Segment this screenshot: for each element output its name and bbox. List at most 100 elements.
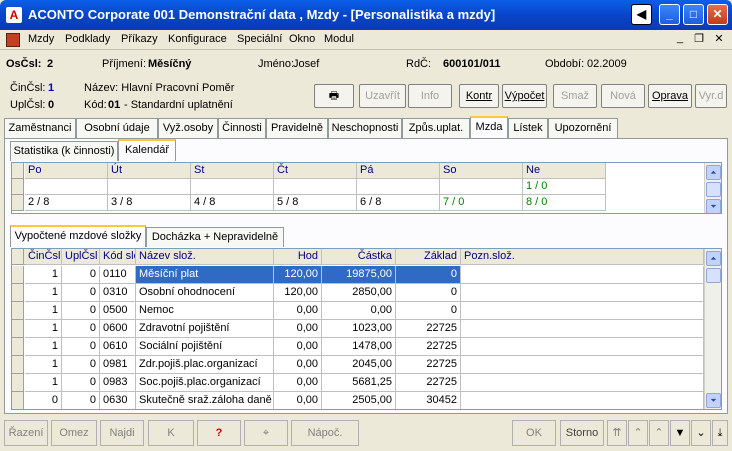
tab-upozorneni[interactable]: Upozornění	[548, 118, 618, 138]
scroll-down-icon[interactable]: ⏷	[706, 199, 721, 213]
table-cell[interactable]: Měsíční plat	[136, 266, 274, 284]
table-cell[interactable]: 22725	[396, 320, 461, 338]
napoc-button[interactable]: Nápoč.	[291, 420, 359, 446]
table-cell[interactable]: 0310	[100, 284, 136, 302]
table-cell[interactable]: 0	[396, 302, 461, 320]
table-cell[interactable]: Zdravotní pojištění	[136, 320, 274, 338]
table-cell[interactable]: 5681,25	[322, 374, 396, 392]
cal-cell[interactable]	[274, 179, 357, 195]
table-cell[interactable]	[461, 392, 704, 409]
table-cell[interactable]: Skutečně sraž.záloha daně	[136, 392, 274, 409]
tab-osobni-udaje[interactable]: Osobní údaje	[76, 118, 158, 138]
table-cell[interactable]: 0	[62, 356, 100, 374]
table-cell[interactable]: 19875,00	[322, 266, 396, 284]
tab-pravidelne[interactable]: Pravidelně	[266, 118, 328, 138]
col-uplcsl[interactable]: UplČsl	[62, 249, 100, 265]
table-cell[interactable]: 0110	[100, 266, 136, 284]
table-cell[interactable]: 1	[25, 284, 62, 302]
table-cell[interactable]: 0,00	[274, 338, 322, 356]
table-cell[interactable]: 0,00	[274, 320, 322, 338]
tab-mzda[interactable]: Mzda	[470, 116, 508, 138]
cal-cell[interactable]	[108, 179, 191, 195]
kontr-button[interactable]: Kontr	[459, 84, 499, 108]
tab-zpus-uplat[interactable]: Způs.uplat.	[402, 118, 470, 138]
table-cell[interactable]: 1	[25, 266, 62, 284]
table-cell[interactable]: 1	[25, 320, 62, 338]
cal-cell[interactable]: 8 / 0	[523, 195, 606, 211]
tab-vypoctene-slozky[interactable]: Vypočtené mzdové složky	[10, 225, 146, 247]
col-castka[interactable]: Částka	[322, 249, 396, 265]
table-cell[interactable]	[461, 266, 704, 284]
tab-neschopnosti[interactable]: Neschopnosti	[328, 118, 402, 138]
col-zaklad[interactable]: Základ	[396, 249, 461, 265]
table-cell[interactable]: 1478,00	[322, 338, 396, 356]
row-marker[interactable]	[12, 302, 24, 320]
table-cell[interactable]: Nemoc	[136, 302, 274, 320]
prev-page-button[interactable]: ⌃	[628, 420, 648, 446]
next-page-button[interactable]: ⌄	[691, 420, 711, 446]
help-button[interactable]: ?	[197, 420, 241, 446]
table-cell[interactable]	[461, 374, 704, 392]
vypocet-button[interactable]: Výpočet	[502, 84, 547, 108]
menu-podklady[interactable]: Podklady	[65, 33, 110, 45]
col-kod[interactable]: Kód slo	[100, 249, 136, 265]
col-hod[interactable]: Hod	[274, 249, 322, 265]
table-cell[interactable]: 2505,00	[322, 392, 396, 409]
table-cell[interactable]: 0	[62, 284, 100, 302]
prev-record-button[interactable]: ⌃	[649, 420, 669, 446]
table-cell[interactable]: 0,00	[274, 356, 322, 374]
cal-cell[interactable]: 3 / 8	[108, 195, 191, 211]
menu-specialni[interactable]: Speciální	[237, 33, 282, 45]
scroll-thumb[interactable]	[706, 268, 721, 283]
first-record-button[interactable]: ⇈	[607, 420, 627, 446]
smaz-button[interactable]: Smaž	[553, 84, 597, 108]
nova-button[interactable]: Nová	[601, 84, 645, 108]
table-cell[interactable]: 1	[25, 356, 62, 374]
table-cell[interactable]: 1023,00	[322, 320, 396, 338]
row-marker[interactable]	[12, 284, 24, 302]
table-cell[interactable]: 120,00	[274, 266, 322, 284]
table-cell[interactable]: 1	[25, 338, 62, 356]
row-marker[interactable]	[12, 320, 24, 338]
print-button[interactable]: 🖶	[314, 84, 354, 108]
tab-kalendar[interactable]: Kalendář	[118, 139, 176, 161]
uzavrit-button[interactable]: Uzavřít	[359, 84, 406, 108]
table-cell[interactable]: Zdr.pojiš.plac.organizací	[136, 356, 274, 374]
table-cell[interactable]: 0	[396, 284, 461, 302]
cal-cell[interactable]	[440, 179, 523, 195]
table-cell[interactable]: Soc.pojiš.plac.organizací	[136, 374, 274, 392]
table-cell[interactable]	[461, 302, 704, 320]
row-marker[interactable]	[12, 266, 24, 284]
table-scrollbar[interactable]: ⏶ ⏷	[704, 249, 721, 409]
table-cell[interactable]: 22725	[396, 356, 461, 374]
col-cincsl[interactable]: ČinČsl	[25, 249, 62, 265]
table-cell[interactable]: 0	[62, 338, 100, 356]
row-marker[interactable]	[12, 374, 24, 392]
table-cell[interactable]: 0983	[100, 374, 136, 392]
menu-konfigurace[interactable]: Konfigurace	[168, 33, 227, 45]
table-cell[interactable]: 1	[25, 302, 62, 320]
table-cell[interactable]: 0,00	[274, 302, 322, 320]
mdi-restore-icon[interactable]: ❐	[692, 32, 706, 45]
tab-cinnosti[interactable]: Činnosti	[218, 118, 266, 138]
table-cell[interactable]: 120,00	[274, 284, 322, 302]
storno-button[interactable]: Storno	[560, 420, 604, 446]
scroll-down-icon[interactable]: ⏷	[706, 393, 721, 408]
mdi-close-icon[interactable]: ✕	[712, 32, 726, 45]
scroll-up-icon[interactable]: ⏶	[706, 165, 721, 180]
cal-cell[interactable]: 6 / 8	[357, 195, 440, 211]
calendar-scrollbar[interactable]: ⏶ ⏷	[704, 163, 721, 213]
cal-cell[interactable]	[191, 179, 274, 195]
table-cell[interactable]: 0610	[100, 338, 136, 356]
omez-button[interactable]: Omez	[51, 420, 97, 446]
minimize-button[interactable]: _	[659, 4, 680, 25]
table-cell[interactable]	[461, 320, 704, 338]
table-cell[interactable]: 0	[62, 374, 100, 392]
oprava-button[interactable]: Oprava	[648, 84, 692, 108]
table-cell[interactable]: 0	[25, 392, 62, 409]
k-button[interactable]: K	[148, 420, 194, 446]
table-cell[interactable]: 22725	[396, 374, 461, 392]
close-button[interactable]: ✕	[707, 4, 728, 25]
pin-button[interactable]: ⌖	[244, 420, 288, 446]
cal-cell[interactable]: 5 / 8	[274, 195, 357, 211]
